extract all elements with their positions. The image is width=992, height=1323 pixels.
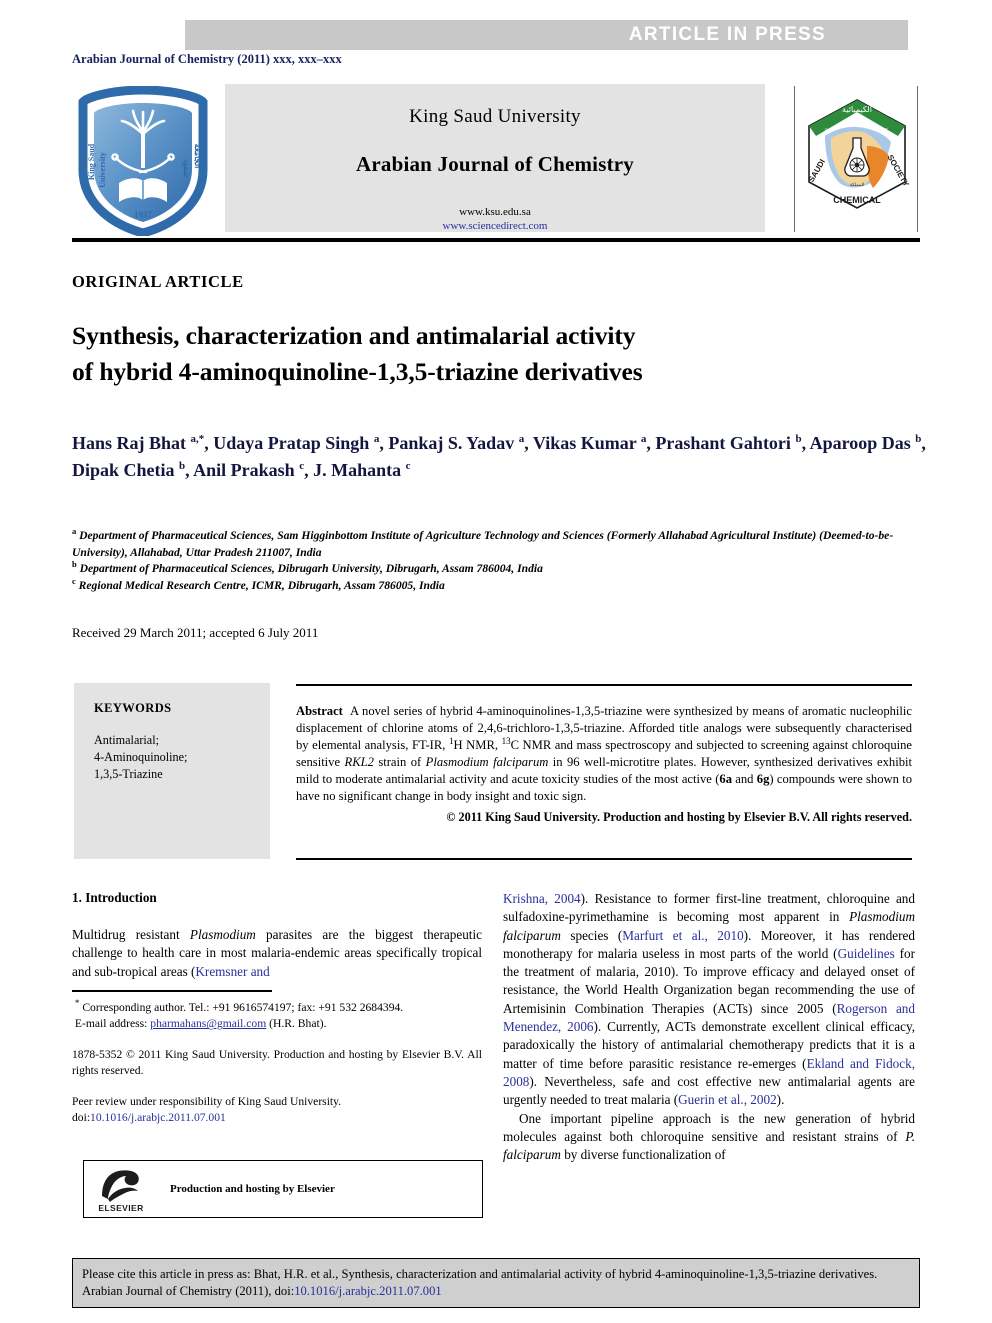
abstract-top-rule bbox=[296, 684, 912, 686]
affiliation-mark: a bbox=[72, 526, 77, 537]
author-affiliation-mark: b bbox=[179, 460, 186, 472]
page-title: Synthesis, characterization and antimala… bbox=[72, 318, 932, 390]
keywords-box: KEYWORDS Antimalarial; 4-Aminoquinoline; 1… bbox=[74, 683, 270, 859]
section-heading-introduction: 1. Introduction bbox=[72, 890, 157, 905]
journal-masthead: 1937 King Saud University الجامعة سعود K… bbox=[72, 84, 920, 236]
author-name: J. Mahanta c bbox=[313, 460, 411, 480]
affiliation-mark: b bbox=[72, 559, 77, 570]
citation-link[interactable]: Guidelines bbox=[838, 946, 895, 961]
keywords-list: Antimalarial; 4-Aminoquinoline; 1,3,5-Tria… bbox=[94, 732, 270, 783]
citation-link[interactable]: Rogerson and Menendez, 2006 bbox=[503, 1001, 915, 1034]
corresponding-author-text: Corresponding author. Tel.: +91 96165741… bbox=[82, 1001, 404, 1014]
author-affiliation-mark: c bbox=[405, 460, 411, 472]
author-name: Prashant Gahtori b bbox=[655, 433, 802, 453]
elsevier-tree-logo: ELSEVIER bbox=[94, 1166, 148, 1214]
citation-link[interactable]: Kremsner and bbox=[195, 964, 269, 979]
author-affiliation-mark: c bbox=[299, 460, 305, 472]
email-owner: (H.R. Bhat). bbox=[269, 1017, 327, 1031]
citation-link[interactable]: Krishna, 2004 bbox=[503, 891, 581, 906]
author-name: Udaya Pratap Singh a bbox=[213, 433, 380, 453]
footnote-separator-rule bbox=[72, 990, 272, 992]
author-affiliation-mark: b bbox=[915, 433, 922, 445]
email-label: E-mail address: bbox=[74, 1017, 148, 1031]
cite-this-article-box: Please cite this article in press as: Bh… bbox=[72, 1258, 920, 1308]
intro-paragraph-2: One important pipeline approach is the n… bbox=[503, 1110, 915, 1163]
masthead-bottom-rule bbox=[72, 238, 920, 242]
cite-text: Please cite this article in press as: Bh… bbox=[82, 1267, 878, 1298]
intro-paragraph-1: Multidrug resistant Plasmodium parasites… bbox=[72, 927, 482, 979]
author-name: Hans Raj Bhat a,* bbox=[72, 433, 205, 453]
svg-text:الجامعة: الجامعة bbox=[193, 144, 202, 169]
author-name: Anil Prakash c bbox=[193, 460, 305, 480]
abstract-copyright: © 2011 King Saud University. Production … bbox=[446, 809, 912, 824]
author-name: Vikas Kumar a bbox=[532, 433, 647, 453]
title-line-2: of hybrid 4-aminoquinoline-1,3,5-triazin… bbox=[72, 357, 643, 386]
footer-doi-link[interactable]: 10.1016/j.arabjc.2011.07.001 bbox=[294, 1284, 442, 1298]
keyword-item: Antimalarial; bbox=[94, 733, 159, 747]
email-link[interactable]: pharmahans@gmail.com bbox=[150, 1017, 266, 1030]
title-line-1: Synthesis, characterization and antimala… bbox=[72, 321, 636, 350]
keyword-item: 1,3,5-Triazine bbox=[94, 767, 163, 781]
author-name: Dipak Chetia b bbox=[72, 460, 186, 480]
svg-text:الكيميائية: الكيميائية bbox=[842, 105, 872, 114]
king-saud-university-shield-logo: 1937 King Saud University الجامعة سعود bbox=[72, 86, 214, 236]
elsevier-production-box: ELSEVIER Production and hosting by Elsev… bbox=[83, 1160, 483, 1218]
citation-link[interactable]: Marfurt et al., 2010 bbox=[622, 928, 743, 943]
affiliation-list: a Department of Pharmaceutical Sciences,… bbox=[72, 526, 932, 594]
abstract-label: Abstract bbox=[296, 704, 343, 718]
author-affiliation-mark: b bbox=[795, 433, 802, 445]
body-column-left: 1. Introduction Multidrug resistant Plas… bbox=[72, 890, 482, 981]
affiliation-mark: c bbox=[72, 575, 76, 586]
issn-copyright-footnote: 1878-5352 © 2011 King Saud University. P… bbox=[72, 1047, 482, 1078]
author-affiliation-mark: a,* bbox=[190, 433, 205, 445]
intro-paragraph-1-continued: Krishna, 2004). Resistance to former fir… bbox=[503, 891, 915, 1108]
abstract-block: Abstract A novel series of hybrid 4-amin… bbox=[296, 703, 912, 826]
author-affiliation-mark: a bbox=[640, 433, 647, 445]
svg-text:1937: 1937 bbox=[134, 210, 153, 220]
masthead-center-panel: King Saud University Arabian Journal of … bbox=[225, 84, 765, 232]
masthead-urls: www.ksu.edu.sa www.sciencedirect.com bbox=[225, 205, 765, 233]
svg-text:King Saud: King Saud bbox=[87, 143, 96, 180]
body-column-right: Krishna, 2004). Resistance to former fir… bbox=[503, 890, 915, 1164]
svg-text:CHEMICAL: CHEMICAL bbox=[833, 195, 881, 205]
peer-review-footnote: Peer review under responsibility of King… bbox=[72, 1094, 482, 1127]
svg-text:ELSEVIER: ELSEVIER bbox=[98, 1203, 143, 1213]
journal-reference-line: Arabian Journal of Chemistry (2011) xxx,… bbox=[72, 52, 342, 66]
abstract-bottom-rule bbox=[296, 858, 912, 860]
svg-text:المملكة: المملكة bbox=[850, 182, 864, 187]
abstract-text: A novel series of hybrid 4-aminoquinolin… bbox=[296, 704, 913, 804]
svg-text:سعود: سعود bbox=[181, 159, 191, 178]
journal-title: Arabian Journal of Chemistry bbox=[355, 152, 634, 176]
svg-text:University: University bbox=[98, 152, 107, 188]
article-type-label: ORIGINAL ARTICLE bbox=[72, 272, 244, 291]
author-affiliation-mark: a bbox=[373, 433, 380, 445]
peer-review-text: Peer review under responsibility of King… bbox=[72, 1094, 342, 1108]
doi-label: doi: bbox=[72, 1111, 91, 1125]
citation-link[interactable]: Guerin et al., 2002 bbox=[678, 1092, 777, 1107]
author-name: Pankaj S. Yadav a bbox=[388, 433, 525, 453]
author-list: Hans Raj Bhat a,*, Udaya Pratap Singh a,… bbox=[72, 433, 926, 480]
publisher-name: King Saud University bbox=[409, 106, 581, 127]
affiliation-row: a Department of Pharmaceutical Sciences,… bbox=[72, 526, 894, 559]
article-in-press-banner: ARTICLE IN PRESS bbox=[185, 20, 908, 50]
citation-link[interactable]: Ekland and Fidock, 2008 bbox=[503, 1056, 915, 1089]
saudi-chemical-society-logo: الكيميائية الجمعية السعودية المملكة SAUD… bbox=[794, 86, 918, 232]
sciencedirect-url[interactable]: www.sciencedirect.com bbox=[225, 219, 765, 233]
received-accepted-dates: Received 29 March 2011; accepted 6 July … bbox=[72, 625, 319, 640]
keyword-item: 4-Aminoquinoline; bbox=[94, 750, 188, 764]
corresponding-author-footnote: * Corresponding author. Tel.: +91 961657… bbox=[74, 998, 404, 1031]
author-name: Aparoop Das b bbox=[809, 433, 922, 453]
keywords-heading: KEYWORDS bbox=[94, 701, 172, 715]
elsevier-caption: Production and hosting by Elsevier bbox=[170, 1183, 335, 1195]
affiliation-row: b Department of Pharmaceutical Sciences,… bbox=[72, 559, 543, 575]
footnote-block: * Corresponding author. Tel.: +91 961657… bbox=[72, 998, 482, 1140]
ksu-url: www.ksu.edu.sa bbox=[459, 206, 531, 218]
article-first-page: ARTICLE IN PRESS Arabian Journal of Chem… bbox=[0, 0, 992, 1323]
author-affiliation-mark: a bbox=[518, 433, 525, 445]
doi-link[interactable]: 10.1016/j.arabjc.2011.07.001 bbox=[90, 1111, 226, 1124]
affiliation-row: c Regional Medical Research Centre, ICMR… bbox=[72, 575, 445, 592]
